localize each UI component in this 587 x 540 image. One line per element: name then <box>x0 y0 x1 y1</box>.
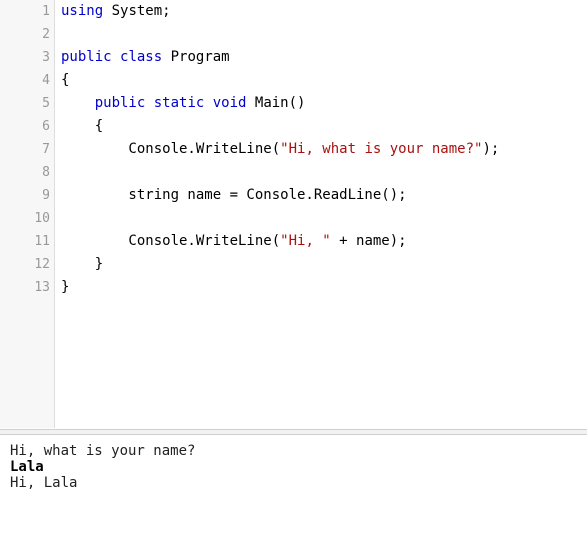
keyword-token: public <box>61 49 112 65</box>
code-text[interactable]: public class Program <box>61 46 230 69</box>
code-text[interactable]: string name = Console.ReadLine(); <box>61 184 407 207</box>
code-line[interactable]: 2 <box>0 23 587 46</box>
line-number: 8 <box>42 165 50 180</box>
line-number: 7 <box>42 142 50 157</box>
code-text[interactable]: { <box>61 69 69 92</box>
code-token: Console.WriteLine( <box>61 141 281 157</box>
line-number: 4 <box>42 73 50 88</box>
code-line[interactable]: 13} <box>0 276 587 299</box>
console-line-user-input: Lala <box>10 459 44 475</box>
console-line-greeting: Hi, Lala <box>10 475 78 491</box>
line-number: 3 <box>42 50 50 65</box>
keyword-token: class <box>120 49 163 65</box>
code-token: { <box>61 118 104 134</box>
code-line[interactable]: 11 Console.WriteLine("Hi, " + name); <box>0 230 587 253</box>
string-token: "Hi, what is your name?" <box>280 141 483 157</box>
code-token: { <box>61 72 70 88</box>
code-text[interactable]: Console.WriteLine("Hi, " + name); <box>61 230 407 253</box>
keyword-token: using <box>61 3 104 19</box>
code-text[interactable]: public static void Main() <box>61 92 306 115</box>
code-text[interactable]: { <box>61 115 103 138</box>
code-token: string name = Console.ReadLine(); <box>61 187 407 203</box>
code-text[interactable]: } <box>61 253 103 276</box>
line-number: 1 <box>42 4 50 19</box>
keyword-token: static <box>153 95 205 111</box>
code-token: Program <box>162 49 230 65</box>
keyword-token: void <box>212 95 247 111</box>
code-token: } <box>61 279 70 295</box>
code-line[interactable]: 3 public class Program <box>0 46 587 69</box>
code-editor[interactable]: 1 using System; 2 3 public class Program 4{5 … <box>0 0 587 428</box>
line-number: 10 <box>34 211 50 226</box>
code-line[interactable]: 5 public static void Main() <box>0 92 587 115</box>
code-line[interactable]: 4{ <box>0 69 587 92</box>
line-number: 9 <box>42 188 50 203</box>
code-line[interactable]: 9 string name = Console.ReadLine(); <box>0 184 587 207</box>
code-line[interactable]: 7 Console.WriteLine("Hi, what is your na… <box>0 138 587 161</box>
code-line[interactable]: 8 <box>0 161 587 184</box>
line-number: 2 <box>42 27 50 42</box>
code-token: System; <box>103 3 171 19</box>
code-text[interactable]: Console.WriteLine("Hi, what is your name… <box>61 138 499 161</box>
line-number: 11 <box>34 234 50 249</box>
line-number: 6 <box>42 119 50 134</box>
code-token: } <box>61 256 104 272</box>
code-token: Main() <box>246 95 306 111</box>
code-token: Console.WriteLine( <box>61 233 281 249</box>
line-number: 12 <box>34 257 50 272</box>
line-number: 13 <box>34 280 50 295</box>
code-line[interactable]: 12 } <box>0 253 587 276</box>
code-line[interactable]: 1 using System; <box>0 0 587 23</box>
code-text[interactable]: } <box>61 276 69 299</box>
line-number: 5 <box>42 96 50 111</box>
keyword-token: public <box>94 95 146 111</box>
code-line[interactable]: 6 { <box>0 115 587 138</box>
code-token: + name); <box>330 233 407 249</box>
code-line[interactable]: 10 <box>0 207 587 230</box>
code-text[interactable]: using System; <box>61 0 171 23</box>
code-token: ); <box>482 141 500 157</box>
console-line-prompt: Hi, what is your name? <box>10 443 196 459</box>
console-output: Hi, what is your name? Lala Hi, Lala <box>0 435 587 540</box>
string-token: "Hi, " <box>280 233 331 249</box>
